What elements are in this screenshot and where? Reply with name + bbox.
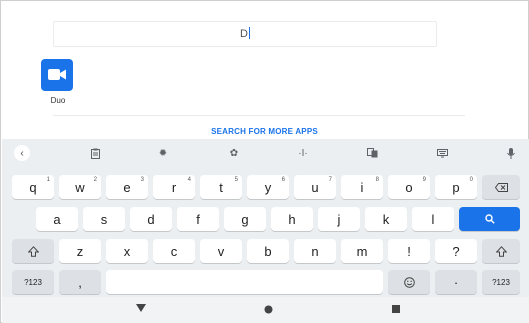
key-exclamation[interactable]: !: [388, 239, 430, 263]
period-key[interactable]: ·: [435, 270, 477, 294]
emoji-key[interactable]: [388, 270, 430, 294]
clipboard-icon[interactable]: [86, 145, 104, 161]
translate-icon[interactable]: [363, 145, 381, 161]
key-w[interactable]: w2: [59, 175, 101, 199]
comma-key[interactable]: ,: [59, 270, 101, 294]
keyboard-toolbar: ‹ ✹ ✿ ·I·: [2, 139, 529, 167]
video-camera-icon: [41, 59, 73, 91]
shift-key-left[interactable]: [12, 239, 54, 263]
shift-key-right[interactable]: [482, 239, 520, 263]
key-b[interactable]: b: [247, 239, 289, 263]
key-x[interactable]: x: [106, 239, 148, 263]
search-input[interactable]: D: [53, 21, 437, 47]
key-q[interactable]: q1: [12, 175, 54, 199]
key-p[interactable]: p0: [435, 175, 477, 199]
navigation-bar: [2, 297, 529, 323]
key-h[interactable]: h: [271, 207, 313, 231]
screen: D Duo SEARCH FOR MORE APPS ‹ ✹ ✿ ·I· q 1…: [0, 0, 529, 323]
key-d[interactable]: d: [130, 207, 172, 231]
keyboard-icon[interactable]: [433, 145, 451, 161]
text-caret: [248, 27, 250, 39]
key-s[interactable]: s: [83, 207, 125, 231]
symbols-key-right[interactable]: ?123: [482, 270, 520, 294]
key-t[interactable]: t5: [200, 175, 242, 199]
key-e[interactable]: e3: [106, 175, 148, 199]
recents-square-icon[interactable]: [392, 305, 400, 313]
search-query: D: [240, 27, 250, 40]
search-icon: [484, 214, 495, 224]
key-n[interactable]: n: [294, 239, 336, 263]
key-question[interactable]: ?: [435, 239, 477, 263]
key-i[interactable]: i8: [341, 175, 383, 199]
backspace-icon: [494, 182, 508, 192]
search-more-apps-link[interactable]: SEARCH FOR MORE APPS: [1, 127, 528, 136]
emoji-icon: [403, 276, 415, 288]
home-circle-icon[interactable]: [264, 305, 273, 314]
key-o[interactable]: o9: [388, 175, 430, 199]
backspace-key[interactable]: [482, 175, 520, 199]
key-r[interactable]: r4: [153, 175, 195, 199]
key-l[interactable]: l: [412, 207, 454, 231]
settings-icon[interactable]: ✹: [154, 145, 172, 161]
key-z[interactable]: z: [59, 239, 101, 263]
key-m[interactable]: m: [341, 239, 383, 263]
key-j[interactable]: j: [318, 207, 360, 231]
key-c[interactable]: c: [153, 239, 195, 263]
search-key[interactable]: [459, 207, 520, 231]
key-g[interactable]: g: [224, 207, 266, 231]
microphone-icon[interactable]: [502, 145, 520, 161]
on-screen-keyboard: ‹ ✹ ✿ ·I· q1 w2 e3 r4 t5 y6 u7 i8 o9 p0: [2, 139, 529, 297]
divider: [53, 115, 465, 116]
key-v[interactable]: v: [200, 239, 242, 263]
palette-icon[interactable]: ✿: [225, 145, 243, 161]
cursor-move-icon[interactable]: ·I·: [294, 145, 312, 161]
key-a[interactable]: a: [36, 207, 78, 231]
symbols-key[interactable]: ?123: [12, 270, 54, 294]
key-k[interactable]: k: [365, 207, 407, 231]
key-u[interactable]: u7: [294, 175, 336, 199]
app-result-duo[interactable]: Duo: [41, 59, 75, 105]
shift-icon: [27, 245, 39, 257]
key-f[interactable]: f: [177, 207, 219, 231]
key-y[interactable]: y6: [247, 175, 289, 199]
back-triangle-icon[interactable]: [136, 304, 146, 313]
back-chevron-icon[interactable]: ‹: [14, 145, 30, 161]
app-label: Duo: [50, 96, 66, 105]
space-bar[interactable]: [106, 270, 383, 294]
shift-icon: [495, 245, 507, 257]
